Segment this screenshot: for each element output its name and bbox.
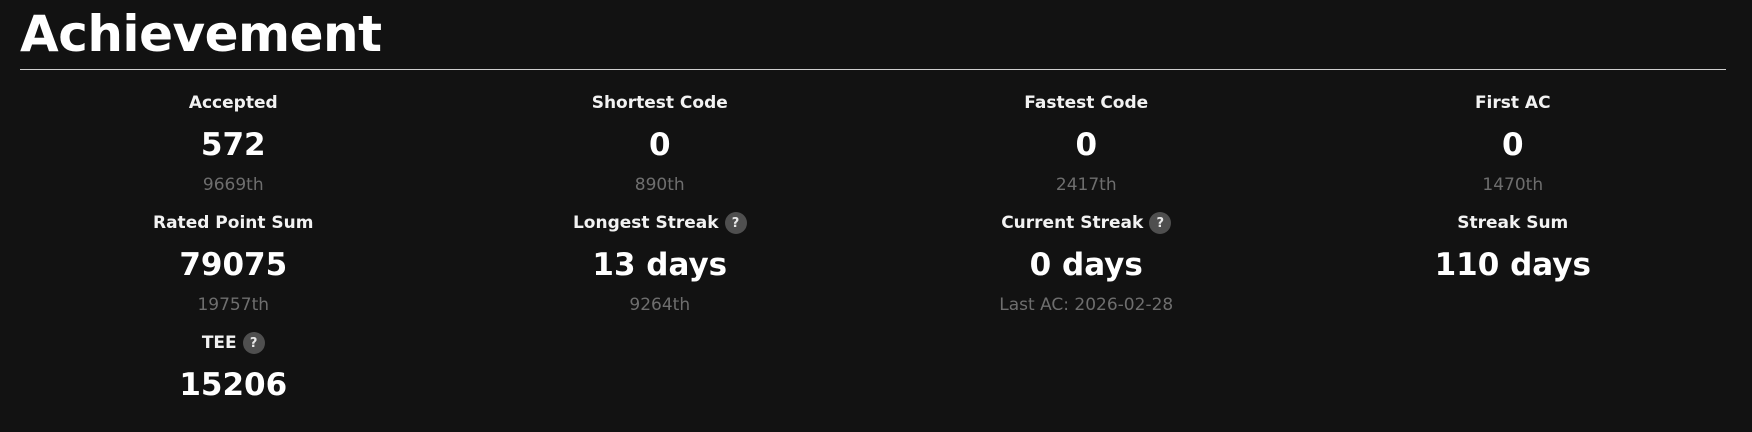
achievement-page: Achievement Accepted 572 9669th Shortest… <box>0 0 1752 432</box>
stat-value: 15206 <box>179 367 288 403</box>
stat-tee: TEE ? 15206 <box>20 330 447 432</box>
last-ac-date: Last AC: 2026-02-28 <box>999 295 1174 315</box>
stat-value: 0 days <box>1029 247 1143 283</box>
stat-current-streak: Current Streak ? 0 days Last AC: 2026-02… <box>873 210 1300 330</box>
stat-label: Rated Point Sum <box>153 213 314 233</box>
stat-value: 0 <box>1075 127 1098 163</box>
stat-label: Current Streak ? <box>873 210 1300 236</box>
stat-rank: 1470th <box>1482 175 1544 195</box>
stat-rank: 2417th <box>1055 175 1117 195</box>
stat-label: Fastest Code <box>1024 93 1149 113</box>
stat-label: Accepted <box>188 93 278 113</box>
stat-value: 0 <box>1501 127 1524 163</box>
stat-value: 13 days <box>592 247 728 283</box>
stat-shortest-code: Shortest Code 0 890th <box>447 90 874 210</box>
stat-longest-streak: Longest Streak ? 13 days 9264th <box>447 210 874 330</box>
help-icon[interactable]: ? <box>724 212 747 234</box>
stat-rank: 9669th <box>202 175 264 195</box>
stat-label: Streak Sum <box>1457 213 1569 233</box>
achievement-grid: Accepted 572 9669th Shortest Code 0 890t… <box>20 90 1726 432</box>
stat-label: Shortest Code <box>591 93 728 113</box>
page-title: Achievement <box>20 5 382 63</box>
title-divider <box>20 69 1726 70</box>
stat-label: Longest Streak ? <box>447 210 874 236</box>
help-icon[interactable]: ? <box>1149 212 1172 234</box>
stat-streak-sum: Streak Sum 110 days <box>1300 210 1727 330</box>
stat-rank: 9264th <box>629 295 691 315</box>
stat-rank: 890th <box>634 175 685 195</box>
stat-fastest-code: Fastest Code 0 2417th <box>873 90 1300 210</box>
help-icon[interactable]: ? <box>242 332 265 354</box>
stat-value: 572 <box>200 127 266 163</box>
stat-first-ac: First AC 0 1470th <box>1300 90 1727 210</box>
stat-value: 79075 <box>179 247 288 283</box>
stat-rated-point-sum: Rated Point Sum 79075 19757th <box>20 210 447 330</box>
stat-rank: 19757th <box>197 295 270 315</box>
stat-accepted: Accepted 572 9669th <box>20 90 447 210</box>
stat-label: TEE ? <box>20 330 447 356</box>
stat-value: 110 days <box>1434 247 1591 283</box>
stat-value: 0 <box>648 127 671 163</box>
stat-label: First AC <box>1474 93 1551 113</box>
